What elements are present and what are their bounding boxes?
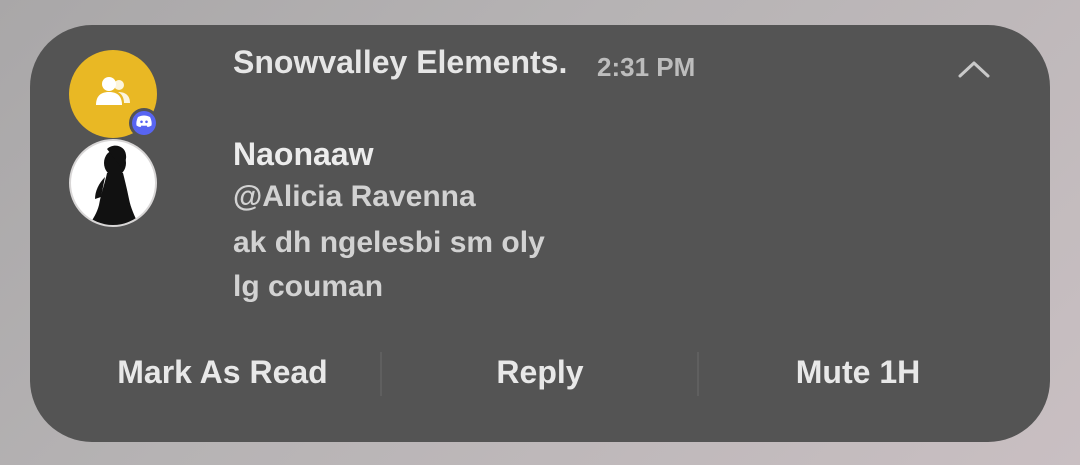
collapse-button[interactable] <box>955 56 993 86</box>
message-line: lg couman <box>233 270 384 303</box>
timestamp: 2:31 PM <box>597 52 696 82</box>
sender-name: Naonaaw <box>233 136 374 172</box>
sender-avatar <box>69 139 157 227</box>
discord-badge <box>129 108 159 138</box>
reply-button[interactable]: Reply <box>381 354 699 394</box>
group-icon <box>94 75 132 114</box>
chevron-up-icon <box>957 59 991 84</box>
group-name: Snowvalley Elements. <box>233 44 568 80</box>
mute-button[interactable]: Mute 1H <box>698 354 1018 394</box>
message-line: @Alicia Ravenna <box>233 180 476 213</box>
message-line: ak dh ngelesbi sm oly <box>233 226 545 259</box>
mark-as-read-button[interactable]: Mark As Read <box>60 354 385 394</box>
discord-icon <box>136 114 152 132</box>
